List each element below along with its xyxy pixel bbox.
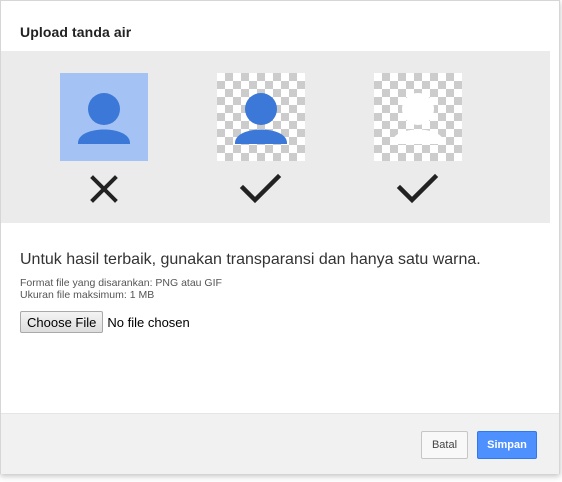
- size-requirement: Ukuran file maksimum: 1 MB: [20, 289, 155, 301]
- person-icon: [78, 93, 130, 144]
- person-icon: [392, 93, 444, 144]
- example-transparent-colored: [217, 73, 305, 211]
- close-icon: [90, 175, 118, 203]
- example-image-solid: [60, 73, 148, 161]
- choose-file-button[interactable]: Choose File: [20, 311, 104, 333]
- check-icon: [239, 173, 282, 204]
- check-icon: [396, 173, 439, 204]
- file-input: Choose File No file chosen: [20, 311, 190, 333]
- invalid-mark: [60, 171, 148, 211]
- upload-watermark-dialog: Upload tanda air Untuk hasil terbaik, gu…: [0, 0, 560, 474]
- dialog-title: Upload tanda air: [20, 24, 132, 40]
- best-results-hint: Untuk hasil terbaik, gunakan transparans…: [20, 251, 481, 268]
- file-requirements: Format file yang disarankan: PNG atau GI…: [20, 277, 222, 301]
- examples-panel: [1, 51, 550, 223]
- example-image-transparent-colored: [217, 73, 305, 161]
- dialog-footer: Batal Simpan: [1, 413, 559, 474]
- cancel-button[interactable]: Batal: [421, 431, 468, 459]
- save-button[interactable]: Simpan: [477, 431, 537, 459]
- example-image-transparent-white: [374, 73, 462, 161]
- format-requirement: Format file yang disarankan: PNG atau GI…: [20, 277, 222, 289]
- file-status: No file chosen: [107, 314, 190, 330]
- valid-mark: [217, 171, 305, 211]
- example-transparent-white: [374, 73, 462, 211]
- valid-mark: [374, 171, 462, 211]
- example-solid-background: [60, 73, 148, 211]
- person-icon: [235, 93, 287, 144]
